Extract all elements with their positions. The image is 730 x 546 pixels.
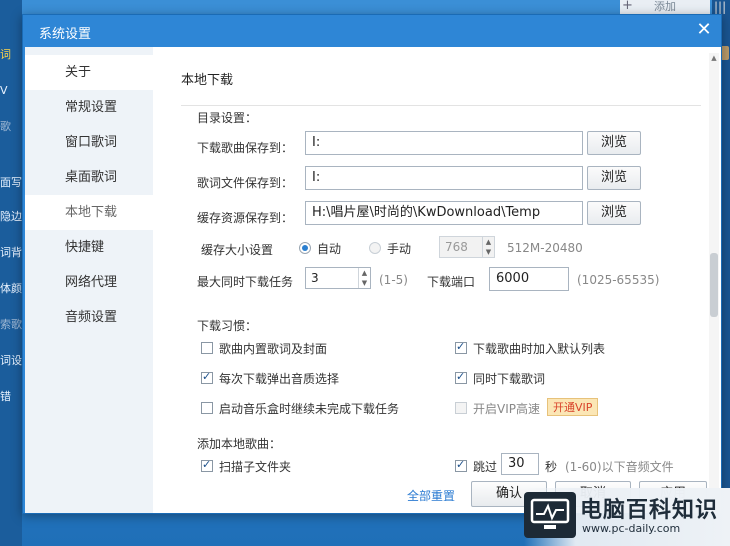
port-label: 下载端口 — [427, 275, 476, 289]
lyric-path-label: 歌词文件保存到： — [197, 176, 294, 190]
cache-auto-label: 自动 — [317, 242, 342, 256]
dir-settings-heading: 目录设置： — [197, 111, 258, 125]
resume-tasks-checkbox[interactable] — [201, 402, 213, 414]
settings-content: 本地下载 目录设置： 下载歌曲保存到： I: 浏览 歌词文件保存到： I: 浏览… — [153, 47, 721, 513]
bg-fragment: 索歌 — [0, 318, 22, 331]
watermark-url: www.pc-daily.com — [582, 522, 681, 535]
close-icon[interactable]: ✕ — [693, 19, 715, 41]
sidebar-item-audio[interactable]: 音频设置 — [25, 300, 153, 335]
bg-fragment: 词设 — [0, 354, 22, 367]
watermark-title: 电脑百科知识 — [580, 498, 719, 523]
sidebar-item-local-download[interactable]: 本地下载 — [25, 195, 153, 230]
cache-path-label: 缓存资源保存到： — [197, 211, 294, 225]
bg-fragment: 歌 — [0, 120, 11, 133]
sidebar-item-window-lyrics[interactable]: 窗口歌词 — [25, 125, 153, 160]
skip-seconds-input[interactable]: 30 — [501, 453, 539, 475]
song-path-label: 下载歌曲保存到： — [197, 141, 294, 155]
cache-size-label: 缓存大小设置 — [201, 243, 274, 257]
sidebar-item-hotkeys[interactable]: 快捷键 — [25, 230, 153, 265]
habits-heading: 下载习惯： — [197, 319, 258, 333]
cache-size-value: 768 — [445, 240, 468, 254]
skip-short-checkbox[interactable] — [455, 458, 467, 472]
resume-tasks-label: 启动音乐盒时继续未完成下载任务 — [219, 402, 400, 416]
quality-popup-label: 每次下载弹出音质选择 — [219, 372, 340, 386]
max-tasks-label: 最大同时下载任务 — [197, 275, 294, 289]
add-local-heading: 添加本地歌曲： — [197, 437, 282, 451]
add-default-list-label: 下载歌曲时加入默认列表 — [473, 342, 606, 356]
stepper-arrows-icon[interactable]: ▲ ▼ — [482, 237, 494, 257]
dialog-title: 系统设置 — [39, 27, 92, 42]
cache-manual-label: 手动 — [387, 242, 412, 256]
cache-size-range: 512M-20480 — [507, 241, 583, 255]
embed-lyrics-checkbox[interactable] — [201, 342, 213, 354]
bg-fragment: 面写 — [0, 176, 22, 189]
open-vip-button[interactable]: 开通VIP — [547, 398, 599, 416]
embed-lyrics-label: 歌曲内置歌词及封面 — [219, 342, 328, 356]
monitor-logo-icon — [524, 492, 576, 538]
scroll-up-icon[interactable]: ▲ — [709, 53, 719, 63]
section-title: 本地下载 — [181, 73, 234, 88]
sidebar-item-proxy[interactable]: 网络代理 — [25, 265, 153, 300]
watermark: 电脑百科知识 www.pc-daily.com — [524, 488, 730, 546]
skip-label: 跳过 — [473, 460, 498, 474]
reset-all-link[interactable]: 全部重置 — [407, 487, 455, 504]
lyric-browse-button[interactable]: 浏览 — [587, 166, 641, 190]
settings-sidebar: 关于 常规设置 窗口歌词 桌面歌词 本地下载 快捷键 网络代理 音频设置 — [25, 47, 153, 513]
vip-speed-label: 开启VIP高速 — [473, 402, 540, 416]
title-bar[interactable]: 系统设置 ✕ — [23, 15, 723, 47]
add-default-list-checkbox[interactable] — [455, 340, 467, 354]
bg-add-label: 添加 — [654, 0, 676, 13]
seconds-label: 秒 — [545, 460, 558, 474]
max-tasks-range: (1-5) — [379, 273, 408, 287]
max-tasks-value: 3 — [311, 271, 319, 285]
bg-fragment: 隐边 — [0, 210, 22, 223]
cache-path-input[interactable]: H:\唱片屋\时尚的\KwDownload\Temp — [305, 201, 583, 225]
content-scrollbar[interactable]: ▲ ▼ — [709, 53, 719, 505]
menu-bars-icon: ||| — [714, 0, 727, 14]
lyric-path-input[interactable]: I: — [305, 166, 583, 190]
download-lyrics-checkbox[interactable] — [455, 370, 467, 384]
port-input[interactable]: 6000 — [489, 267, 569, 291]
plus-icon: + — [622, 0, 633, 13]
sidebar-item-desktop-lyrics[interactable]: 桌面歌词 — [25, 160, 153, 195]
stepper-arrows-icon[interactable]: ▲ ▼ — [358, 268, 370, 288]
max-tasks-stepper[interactable]: 3 ▲ ▼ — [305, 267, 371, 289]
port-range: (1025-65535) — [577, 273, 660, 287]
song-path-input[interactable]: I: — [305, 131, 583, 155]
bg-fragment: 词 — [0, 48, 11, 61]
background-left-panel: 词 V 歌 面写 隐边 词背 体颜 索歌 词设 错 — [0, 0, 22, 546]
quality-popup-checkbox[interactable] — [201, 370, 213, 384]
download-lyrics-label: 同时下载歌词 — [473, 372, 546, 386]
vip-speed-checkbox[interactable] — [455, 402, 467, 414]
sidebar-item-general[interactable]: 常规设置 — [25, 90, 153, 125]
bg-fragment: 错 — [0, 390, 11, 403]
divider — [181, 105, 701, 106]
bg-fragment: V — [0, 84, 8, 97]
bg-fragment: 体颜 — [0, 282, 22, 295]
cache-browse-button[interactable]: 浏览 — [587, 201, 641, 225]
bg-fragment: 词背 — [0, 246, 22, 259]
scan-subfolders-checkbox[interactable] — [201, 458, 213, 472]
scroll-thumb[interactable] — [710, 253, 718, 317]
settings-dialog: 系统设置 ✕ 关于 常规设置 窗口歌词 桌面歌词 本地下载 快捷键 网络代理 音… — [22, 14, 722, 514]
cache-auto-radio[interactable] — [299, 242, 311, 254]
skip-range: (1-60)以下音频文件 — [565, 460, 674, 474]
cache-size-stepper[interactable]: 768 ▲ ▼ — [439, 236, 495, 258]
cache-manual-radio[interactable] — [369, 242, 381, 254]
song-browse-button[interactable]: 浏览 — [587, 131, 641, 155]
scan-subfolders-label: 扫描子文件夹 — [219, 460, 292, 474]
sidebar-item-about[interactable]: 关于 — [25, 55, 153, 90]
